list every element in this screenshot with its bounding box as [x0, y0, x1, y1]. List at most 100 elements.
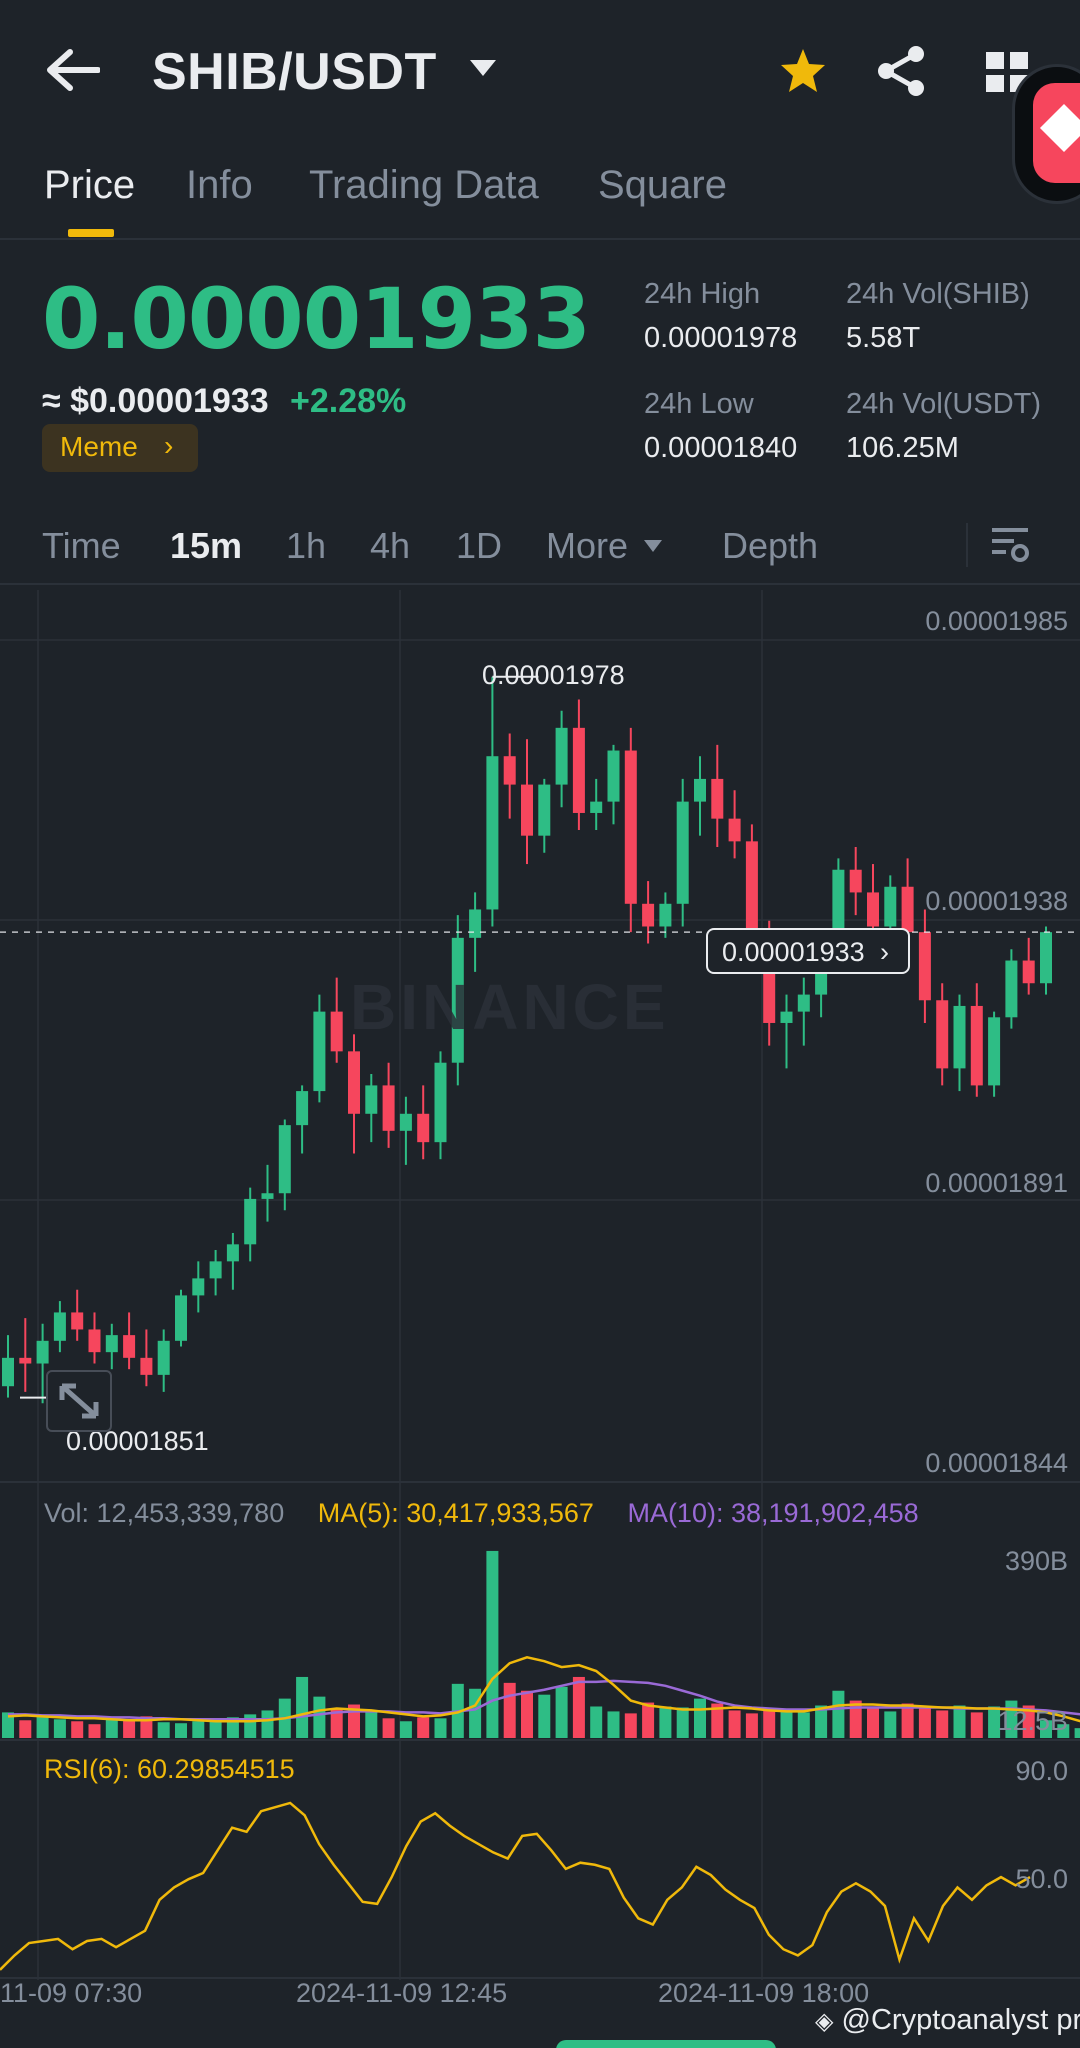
volume-bar [555, 1686, 568, 1738]
volume-bar [538, 1694, 551, 1738]
interval-time[interactable]: Time [42, 525, 121, 567]
volume-bar [763, 1708, 776, 1738]
candle-body [1005, 960, 1018, 1018]
fullscreen-button[interactable] [46, 1370, 112, 1432]
candle-body [123, 1335, 136, 1358]
tab-info[interactable]: Info [186, 163, 253, 208]
depth-tab[interactable]: Depth [722, 525, 818, 567]
volume-bar [797, 1712, 810, 1738]
detail-tabs: Price Info Trading Data Square [0, 145, 1080, 240]
candle-body [728, 818, 741, 842]
volume-bar [53, 1719, 66, 1738]
volume-bar [884, 1711, 897, 1738]
candle-body [192, 1278, 205, 1296]
candle-body [918, 932, 931, 1001]
volume-bar [936, 1710, 949, 1738]
volume-bar [244, 1714, 257, 1738]
active-tab-indicator [68, 229, 114, 237]
arrow-left-icon[interactable] [44, 48, 100, 92]
interval-4h[interactable]: 4h [370, 525, 410, 567]
volume-bar [417, 1717, 430, 1738]
binance-logo-icon: ◈ [815, 2008, 834, 2035]
stat-vol-base-value: 5.58T [846, 322, 921, 354]
candle-body [140, 1357, 153, 1375]
interval-bar: Time 15m 1h 4h 1D More Depth [0, 505, 1080, 585]
chart-settings-icon[interactable] [990, 525, 1030, 565]
share-icon[interactable] [874, 44, 928, 98]
candle-body [261, 1193, 274, 1199]
interval-15m[interactable]: 15m [170, 525, 242, 567]
candle-body [1022, 960, 1035, 984]
candle-body [953, 1005, 966, 1069]
volume-bar [918, 1708, 931, 1738]
candle-body [936, 1000, 949, 1069]
volume-bar [503, 1682, 516, 1738]
trading-pair-title[interactable]: SHIB/USDT [152, 42, 437, 102]
candle-body [88, 1329, 101, 1353]
candle-body [538, 784, 551, 836]
candle-body [244, 1198, 257, 1245]
volume-bar [105, 1718, 118, 1738]
candle-body [624, 750, 637, 904]
rsi-line [0, 1801, 1031, 1971]
candle-body [797, 994, 810, 1012]
volume-bar [521, 1690, 533, 1738]
star-icon[interactable] [778, 46, 828, 96]
rsi-axis-label: 50.0 [1015, 1864, 1068, 1894]
interval-more[interactable]: More [546, 525, 628, 567]
volume-bar [590, 1706, 603, 1738]
candle-body [607, 750, 620, 802]
candle-body [417, 1113, 430, 1143]
candle-body [659, 903, 672, 927]
credit-text: @Cryptoanalyst pro [841, 2004, 1080, 2036]
volume-bar [434, 1718, 447, 1738]
interval-1d[interactable]: 1D [456, 525, 502, 567]
high-marker-label: 0.00001978 [482, 660, 625, 690]
candlestick-chart[interactable] [0, 588, 1080, 1998]
volume-bar [175, 1723, 187, 1738]
candle-body [867, 892, 879, 927]
current-price-value: 0.00001933 [722, 937, 865, 967]
candle-body [884, 886, 897, 927]
ma5-value: MA(5): 30,417,933,567 [317, 1498, 594, 1528]
candle-body [434, 1062, 447, 1143]
volume-bar [157, 1722, 170, 1738]
buy-button-peek[interactable] [556, 2040, 776, 2048]
volume-bar [572, 1676, 585, 1738]
candle-body [399, 1113, 412, 1131]
caret-down-icon[interactable] [643, 539, 663, 553]
volume-bar [780, 1710, 793, 1738]
candle-body [642, 903, 655, 927]
volume-bar [970, 1712, 983, 1738]
candle-body [694, 778, 706, 802]
category-tag[interactable]: Meme › [42, 424, 198, 472]
stat-vol-quote-label: 24h Vol(USDT) [846, 388, 1042, 420]
candle-body [988, 1017, 1001, 1086]
stat-vol-base-label: 24h Vol(SHIB) [846, 278, 1030, 310]
interval-1h[interactable]: 1h [286, 525, 326, 567]
tab-price[interactable]: Price [44, 163, 135, 208]
volume-bar [365, 1712, 378, 1738]
volume-legend: Vol: 12,453,339,780 MA(5): 30,417,933,56… [44, 1498, 919, 1529]
volume-bar [676, 1707, 689, 1738]
chevron-right-icon: › [880, 937, 889, 967]
volume-bar [382, 1718, 395, 1738]
candle-body [711, 778, 724, 819]
candle-body [1040, 932, 1052, 984]
candle-body [486, 756, 499, 910]
volume-bar [607, 1711, 620, 1738]
volume-bar [728, 1710, 741, 1738]
volume-bar [642, 1702, 655, 1738]
candle-body [365, 1085, 378, 1114]
price-axis-label: 0.00001891 [925, 1168, 1068, 1198]
candle-body [71, 1312, 84, 1330]
tab-trading-data[interactable]: Trading Data [309, 163, 539, 208]
tab-square[interactable]: Square [598, 163, 727, 208]
chevron-down-icon[interactable] [468, 58, 498, 78]
candle-body [555, 727, 568, 785]
price-axis-label: 0.00001844 [925, 1448, 1068, 1478]
volume-bar [486, 1550, 499, 1738]
candle-body [780, 1011, 793, 1023]
current-price-tag[interactable]: 0.00001933 › [706, 928, 910, 974]
stat-high-value: 0.00001978 [644, 322, 798, 354]
